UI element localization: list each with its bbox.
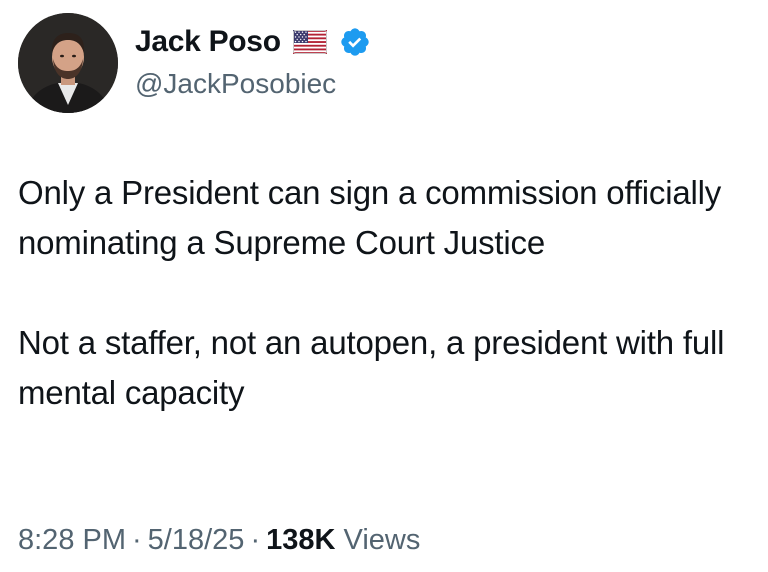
views-count: 138K — [266, 524, 336, 556]
tweet-paragraph: Only a President can sign a commission o… — [18, 174, 722, 261]
author-display-name[interactable]: Jack Poso — [135, 22, 281, 62]
author-handle[interactable]: @JackPosobiec — [135, 66, 336, 102]
us-flag-icon — [292, 30, 327, 54]
tweet-text: Only a President can sign a commission o… — [18, 168, 753, 418]
profile-photo — [18, 13, 118, 113]
views-label: Views — [343, 524, 421, 556]
tweet-card: Jack Poso @JackPosobiec Only a President… — [0, 0, 768, 572]
tweet-time[interactable]: 8:28 PM — [18, 524, 126, 556]
tweet-meta: 8:28 PM · 5/18/25 · 138K Views — [18, 518, 420, 562]
author-name-row: Jack Poso — [135, 22, 371, 62]
avatar[interactable] — [18, 13, 118, 113]
meta-separator: · — [132, 524, 142, 556]
meta-separator: · — [250, 524, 261, 556]
tweet-paragraph: Not a staffer, not an autopen, a preside… — [18, 324, 725, 411]
tweet-date[interactable]: 5/18/25 — [148, 524, 245, 556]
verified-badge-icon[interactable] — [339, 26, 371, 58]
